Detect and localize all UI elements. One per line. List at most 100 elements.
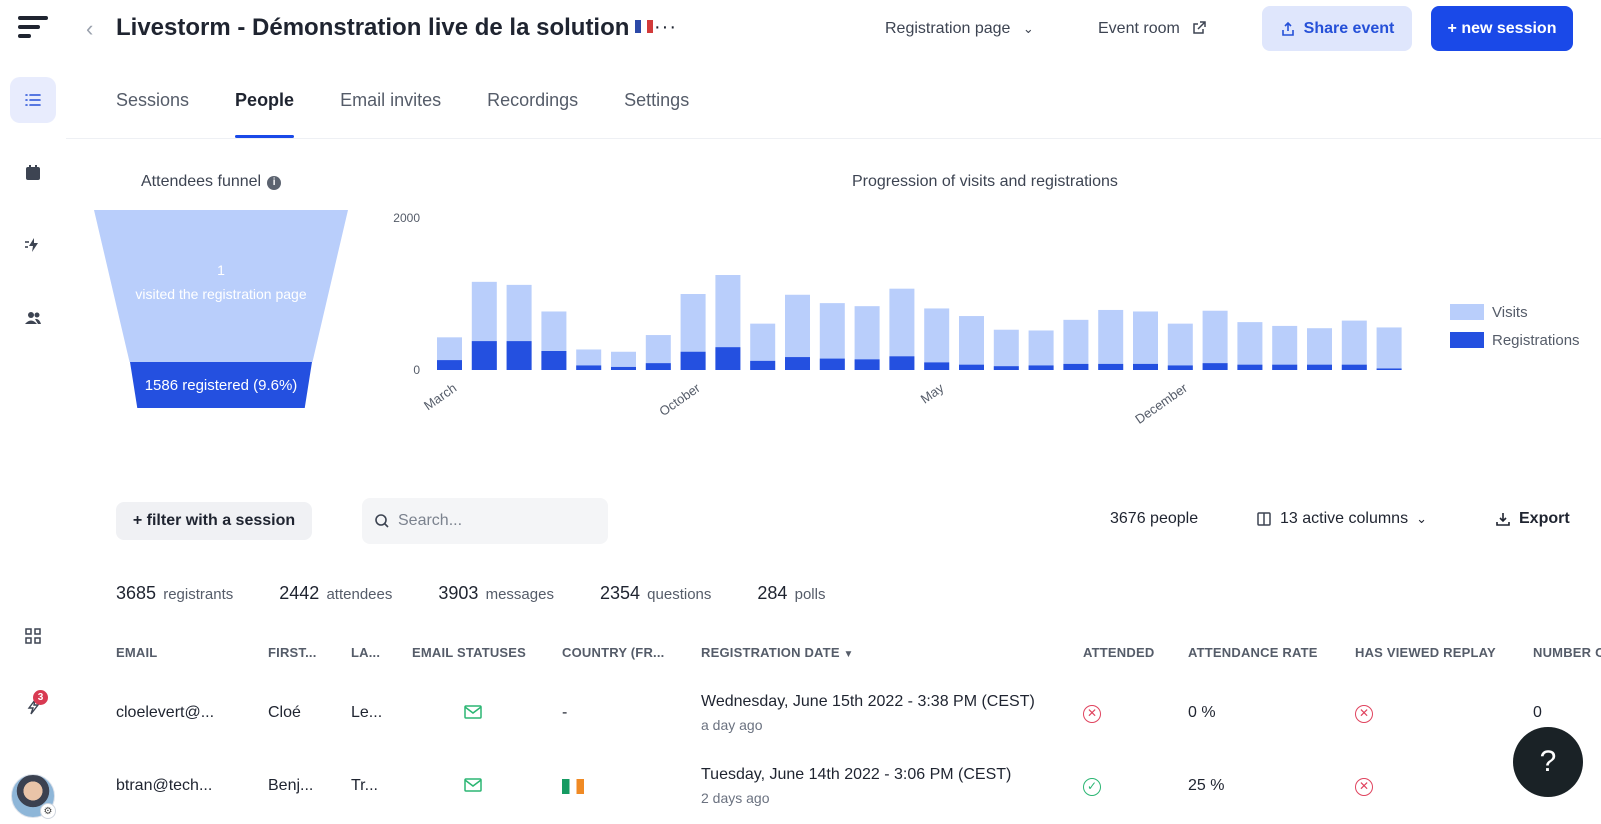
export-button[interactable]: Export [1495,510,1570,528]
bar-registrations [576,365,602,370]
table-row[interactable]: cloelevert@... Cloé Le... - Wednesday, J… [0,690,1601,756]
email-status-icon [463,704,483,725]
bar-visits [924,308,950,370]
help-button[interactable]: ? [1513,727,1583,797]
bar-registrations [750,360,776,370]
list-icon[interactable] [10,77,56,123]
back-chevron-icon[interactable]: ‹ [86,16,93,42]
legend-swatch-visits [1450,304,1484,320]
bar-visits [1133,311,1158,370]
column-header-country[interactable]: COUNTRY (FR... [562,645,664,660]
cell-registration-ago: a day ago [701,717,763,733]
funnel-registered-stage: 1586 registered (9.6%) [130,362,312,408]
stat-polls: 284 polls [757,583,826,603]
y-tick-label: 2000 [393,211,420,225]
x-tick-label: March [421,380,459,413]
bar-registrations [471,341,497,370]
column-header-first-name[interactable]: FIRST... [268,645,317,660]
column-header-email-statuses[interactable]: EMAIL STATUSES [412,645,526,660]
funnel-title: Attendees funnel i [141,173,282,191]
x-tick-label: October [656,380,703,419]
bar-registrations [1167,365,1193,370]
bar-registrations [506,341,532,370]
bar-registrations [1272,364,1298,370]
stat-registrants: 3685 registrants [116,583,234,603]
replay-not-viewed-icon: ✕ [1355,704,1373,723]
chart-legend: Visits Registrations [1450,303,1580,359]
search-icon [375,514,389,528]
bar-registrations [1028,365,1054,370]
download-icon [1496,513,1510,526]
share-event-button[interactable]: Share event [1262,6,1412,51]
people-count: 3676 people [1110,510,1199,527]
chart-title: Progression of visits and registrations [852,173,1118,190]
chevron-down-icon: ⌄ [1416,511,1427,526]
external-link-icon [1193,21,1207,34]
column-header-last-name[interactable]: LA... [351,645,380,660]
contacts-icon[interactable] [10,295,56,341]
bar-registrations [1307,364,1332,370]
bar-registrations [1202,363,1228,370]
column-header-number[interactable]: NUMBER O [1533,645,1601,660]
bar-registrations [541,351,567,370]
funnel-visited-value: 1 [217,262,225,278]
bar-registrations [1376,368,1402,370]
bar-visits [1202,310,1228,370]
visits-registrations-chart: 2000 0March October May December [393,211,1402,427]
legend-item-registrations: Registrations [1450,331,1580,349]
bar-visits [993,329,1019,370]
tab-divider [66,138,1601,139]
bar-registrations [1341,364,1367,370]
bar-registrations [1237,364,1263,370]
tab-email-invites[interactable]: Email invites [340,90,441,138]
livestorm-logo-icon[interactable] [18,16,48,44]
chevron-down-icon: ⌄ [1022,21,1034,36]
automation-icon[interactable] [10,222,56,268]
column-header-registration-date[interactable]: REGISTRATION DATE ▼ [701,645,854,660]
bar-visits [1376,327,1402,370]
info-icon[interactable]: i [267,176,282,190]
cell-attendance-rate: 0 % [1188,704,1216,721]
search-box [362,498,608,544]
tab-recordings[interactable]: Recordings [487,90,578,138]
tab-settings[interactable]: Settings [624,90,689,138]
cell-registration-date: Tuesday, June 14th 2022 - 3:06 PM (CEST) [701,766,1012,783]
legend-item-visits: Visits [1450,303,1580,321]
cell-email: btran@tech... [116,777,213,794]
column-header-viewed-replay[interactable]: HAS VIEWED REPLAY [1355,645,1496,660]
bar-registrations [854,359,880,370]
column-header-attended[interactable]: ATTENDED [1083,645,1154,660]
x-tick-label: December [1132,380,1190,427]
cell-registration-ago: 2 days ago [701,790,770,806]
share-icon [1281,21,1294,36]
registration-page-dropdown[interactable]: Registration page ⌄ [885,20,1034,38]
tab-people[interactable]: People [235,90,295,138]
bar-registrations [924,362,950,370]
tab-sessions[interactable]: Sessions [116,90,189,138]
table-row[interactable]: btran@tech... Benj... Tr... Tuesday, Jun… [0,763,1601,824]
search-input[interactable] [398,512,588,530]
stat-questions: 2354 questions [599,583,712,603]
column-header-email[interactable]: EMAIL [116,645,157,660]
legend-label-registrations: Registrations [1492,331,1580,349]
new-session-button[interactable]: + new session [1431,6,1573,51]
x-tick-label: May [918,380,947,407]
bar-registrations [889,356,915,370]
calendar-icon[interactable] [10,150,56,196]
bar-visits [1272,325,1298,370]
email-status-icon [463,777,483,798]
attended-check-icon: ✓ [1083,777,1101,796]
column-header-attendance-rate[interactable]: ATTENDANCE RATE [1188,645,1318,660]
bar-registrations [645,363,671,370]
bar-registrations [819,358,845,370]
more-options-icon[interactable]: ··· [654,16,677,39]
bar-registrations [1063,363,1089,370]
bar-registrations [680,351,706,370]
funnel-visited-text: 1 visited the registration page [94,258,348,306]
filter-with-session-button[interactable]: + filter with a session [116,502,312,540]
bar-registrations [611,366,636,370]
bar-visits [1098,309,1124,370]
bar-registrations [785,357,810,370]
active-columns-dropdown[interactable]: 13 active columns ⌄ [1256,510,1427,528]
event-room-link[interactable]: Event room [1098,20,1207,38]
